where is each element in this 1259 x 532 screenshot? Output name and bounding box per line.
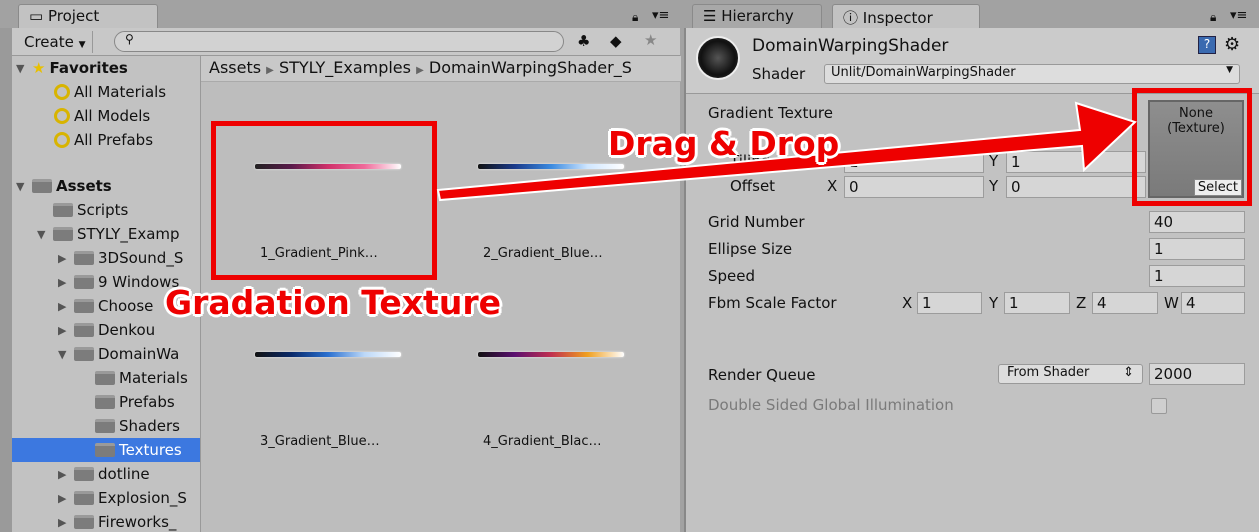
gradation-texture-annotation: Gradation Texture [165, 283, 501, 322]
drag-arrow-icon [436, 101, 1137, 202]
drag-drop-annotation: Drag & Drop [608, 124, 840, 163]
